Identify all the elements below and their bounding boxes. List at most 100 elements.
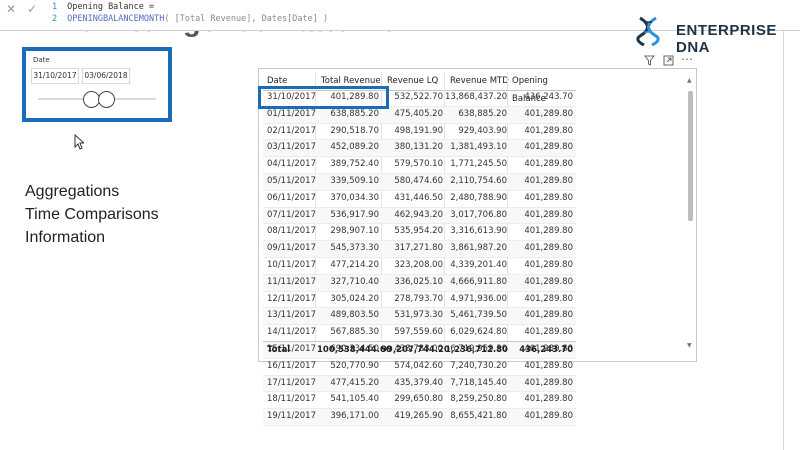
cell-opening-balance: 401,289.80	[524, 226, 573, 237]
close-icon[interactable]: ✕	[6, 2, 16, 16]
cell-revenue-lq: 535,954.20	[394, 226, 443, 237]
cell-date: 17/11/2017	[267, 377, 316, 388]
cell-revenue-lq: 574,042.60	[394, 360, 443, 371]
cell-total-revenue: 339,509.10	[330, 175, 379, 186]
filter-icon[interactable]	[644, 55, 655, 66]
table-row[interactable]: 05/11/2017 339,509.10 580,474.60 2,110,754.…	[263, 173, 576, 191]
cell-opening-balance: 401,289.80	[524, 310, 573, 321]
cell-revenue-lq: 531,973.30	[394, 310, 443, 321]
cell-revenue-lq: 597,559.60	[394, 327, 443, 338]
total-label: Total	[267, 345, 291, 355]
table-body: 31/10/2017 401,289.80 532,522.70 13,868,437…	[263, 90, 576, 426]
check-icon[interactable]: ✓	[27, 2, 37, 16]
date-slicer[interactable]: Date 31/10/2017 03/06/2018	[22, 47, 172, 122]
cell-revenue-lq: 323,208.00	[394, 259, 443, 270]
cell-revenue-lq: 579,570.10	[394, 159, 443, 170]
category-aggregations[interactable]: Aggregations	[25, 180, 159, 203]
enterprise-dna-logo: ENTERPRISE DNA	[636, 16, 786, 56]
slicer-start-date-input[interactable]: 31/10/2017	[31, 68, 79, 84]
cell-opening-balance: 401,289.80	[524, 175, 573, 186]
cell-date: 16/11/2017	[267, 360, 316, 371]
cell-opening-balance: 401,289.80	[524, 243, 573, 254]
cell-date: 01/11/2017	[267, 108, 316, 119]
column-header-opening-balance[interactable]: Opening Balance	[512, 72, 576, 104]
cell-revenue-mtd: 7,240,730.20	[450, 360, 507, 371]
category-time-comparisons[interactable]: Time Comparisons	[25, 203, 159, 226]
cell-revenue-lq: 498,191.90	[394, 125, 443, 136]
scroll-down-icon[interactable]: ▼	[687, 342, 692, 349]
scroll-up-icon[interactable]: ▲	[687, 77, 692, 84]
cell-revenue-mtd: 1,381,493.10	[450, 142, 507, 153]
revenue-table: Date Total Revenue Revenue LQ Revenue MT…	[258, 68, 697, 426]
cell-opening-balance: 401,289.80	[524, 108, 573, 119]
cell-opening-balance: 401,289.80	[524, 327, 573, 338]
cell-revenue-lq: 475,405.20	[394, 108, 443, 119]
logo-text: ENTERPRISE DNA	[676, 22, 777, 56]
table-row[interactable]: 02/11/2017 290,518.70 498,191.90 929,403.90…	[263, 124, 576, 141]
cell-revenue-lq: 336,025.10	[394, 276, 443, 287]
cell-date: 05/11/2017	[267, 175, 316, 186]
cell-revenue-mtd: 3,861,987.20	[450, 243, 507, 254]
table-row[interactable]: 10/11/2017 477,214.20 323,208.00 4,339,201.…	[263, 258, 576, 275]
cell-date: 14/11/2017	[267, 327, 316, 338]
category-information[interactable]: Information	[25, 226, 159, 249]
table-row[interactable]: 19/11/2017 396,171.00 419,265.90 8,655,421.…	[263, 409, 576, 426]
table-row[interactable]: 14/11/2017 567,885.30 597,559.60 6,029,624.…	[263, 325, 576, 342]
table-row[interactable]: 17/11/2017 477,415.20 435,379.40 7,718,145.…	[263, 375, 576, 393]
cell-total-revenue: 290,518.70	[330, 125, 379, 136]
table-row[interactable]: 16/11/2017 520,770.90 574,042.60 7,240,730.…	[263, 359, 576, 376]
slicer-end-handle[interactable]	[98, 91, 115, 108]
scroll-thumb[interactable]	[688, 91, 693, 221]
table-row[interactable]: 12/11/2017 305,024.20 278,793.70 4,971,936.…	[263, 292, 576, 309]
formula-editor[interactable]: 1 Opening Balance = 2 OPENINGBALANCEMONT…	[52, 1, 328, 25]
cell-opening-balance: 401,289.80	[524, 209, 573, 220]
cell-opening-balance: 401,289.80	[524, 142, 573, 153]
table-row[interactable]: 13/11/2017 489,803.50 531,973.30 5,461,739.…	[263, 308, 576, 326]
formula-line-2: 2 OPENINGBALANCEMONTH( [Total Revenue], …	[52, 14, 329, 24]
cell-total-revenue: 477,415.20	[330, 377, 379, 388]
cell-revenue-mtd: 5,461,739.50	[450, 310, 507, 321]
table-row[interactable]: 06/11/2017 370,034.30 431,446.50 2,480,788.…	[263, 191, 576, 208]
table-row[interactable]: 08/11/2017 298,907.10 535,954.20 3,316,613.…	[263, 224, 576, 242]
table-row[interactable]: 18/11/2017 541,105.40 299,650.80 8,259,250.…	[263, 392, 576, 410]
table-row[interactable]: 09/11/2017 545,373.30 317,271.80 3,861,987.…	[263, 241, 576, 258]
cursor-icon	[74, 134, 84, 150]
cell-total-revenue: 567,885.30	[330, 327, 379, 338]
total-revenue-lq: 99,207,744.20	[381, 345, 450, 355]
cell-revenue-mtd: 6,029,624.80	[450, 327, 507, 338]
cell-opening-balance: 401,289.80	[524, 159, 573, 170]
cell-date: 02/11/2017	[267, 125, 316, 136]
slicer-end-date-input[interactable]: 03/06/2018	[82, 68, 130, 84]
cell-opening-balance: 401,289.80	[524, 259, 573, 270]
cell-opening-balance: 401,289.80	[524, 360, 573, 371]
cell-date: 12/11/2017	[267, 293, 316, 304]
cell-total-revenue: 396,171.00	[330, 411, 379, 422]
total-opening-balance: 436,243.70	[519, 345, 573, 355]
cell-revenue-lq: 419,265.90	[394, 411, 443, 422]
cell-revenue-mtd: 1,771,245.50	[450, 159, 507, 170]
focus-mode-icon[interactable]	[663, 55, 674, 66]
cell-date: 06/11/2017	[267, 192, 316, 203]
total-revenue-mtd: 1,236,712.80	[445, 345, 508, 355]
table-row[interactable]: 01/11/2017 638,885.20 475,405.20 638,885.20…	[263, 106, 576, 124]
column-header-revenue-lq[interactable]: Revenue LQ	[387, 72, 449, 90]
cell-opening-balance: 401,289.80	[524, 293, 573, 304]
cell-total-revenue: 541,105.40	[330, 394, 379, 405]
cell-date: 07/11/2017	[267, 209, 316, 220]
cell-revenue-mtd: 4,666,911.80	[450, 276, 507, 287]
cell-revenue-lq: 462,943.20	[394, 209, 443, 220]
cell-total-revenue: 370,034.30	[330, 192, 379, 203]
table-row[interactable]: 03/11/2017 452,089.20 380,131.20 1,381,493.…	[263, 140, 576, 158]
cell-revenue-lq: 278,793.70	[394, 293, 443, 304]
cell-total-revenue: 452,089.20	[330, 142, 379, 153]
table-row[interactable]: 04/11/2017 389,752.40 579,570.10 1,771,245.…	[263, 157, 576, 174]
table-row[interactable]: 07/11/2017 536,917.90 462,943.20 3,017,706.…	[263, 207, 576, 225]
column-header-revenue-mtd[interactable]: Revenue MTD	[450, 72, 512, 90]
cell-opening-balance: 401,289.80	[524, 411, 573, 422]
cell-revenue-lq: 380,131.20	[394, 142, 443, 153]
cell-revenue-mtd: 8,655,421.80	[450, 411, 507, 422]
cell-total-revenue: 545,373.30	[330, 243, 379, 254]
cell-date: 18/11/2017	[267, 394, 316, 405]
table-row[interactable]: 11/11/2017 327,710.40 336,025.10 4,666,911.…	[263, 274, 576, 292]
table-scrollbar[interactable]: ▲ ▼	[687, 77, 693, 349]
